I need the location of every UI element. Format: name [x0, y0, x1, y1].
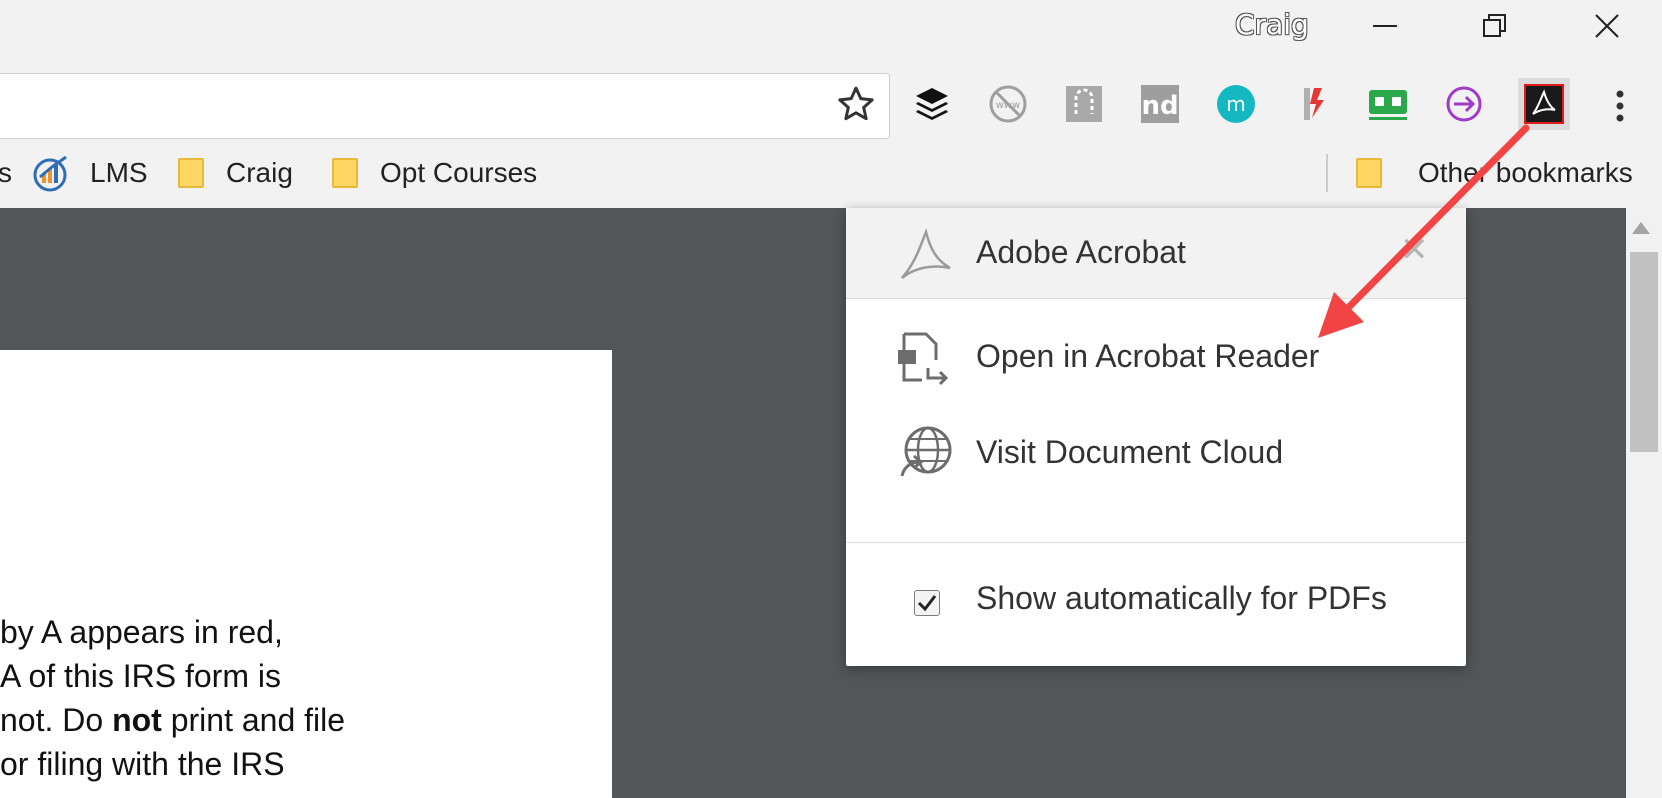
address-bar[interactable] — [0, 73, 890, 139]
other-bookmarks-folder[interactable]: Other bookmarks — [1356, 150, 1633, 196]
restore-icon — [1483, 14, 1506, 37]
folder-icon — [178, 158, 204, 188]
pdf-text-line: by A appears in red, — [0, 614, 283, 650]
scrollbar-thumb[interactable] — [1630, 252, 1658, 452]
pdf-text-line: A of this IRS form is — [0, 658, 281, 694]
bookmark-label: s — [0, 157, 12, 188]
bookmark-lms[interactable]: LMS — [32, 150, 148, 196]
open-in-acrobat-reader-label: Open in Acrobat Reader — [976, 338, 1320, 374]
close-icon — [1595, 14, 1619, 38]
open-document-icon — [898, 332, 949, 386]
lightning-extension-icon — [1304, 88, 1324, 120]
bookmark-label: Opt Courses — [380, 157, 538, 188]
bookmark-star-button[interactable] — [836, 84, 876, 124]
profile-name[interactable]: Craig — [1235, 8, 1309, 41]
pdf-text-segment: print and file — [161, 702, 346, 738]
adobe-acrobat-extension-icon — [1524, 84, 1564, 124]
folder-icon — [332, 158, 358, 188]
star-icon — [838, 86, 874, 121]
cassette-extension-icon — [1369, 90, 1407, 120]
pdf-text-line: not. Do not print and file — [0, 702, 345, 739]
buffer-icon — [916, 88, 948, 120]
bookmark-folder-opt-courses[interactable]: Opt Courses — [332, 150, 537, 196]
pdf-text-line: or filing with the IRS — [0, 746, 285, 782]
pdf-bold-text: not — [112, 702, 162, 738]
minimize-icon — [1373, 25, 1397, 27]
nd-icon: nd — [1141, 85, 1179, 123]
open-in-acrobat-reader-item[interactable]: Open in Acrobat Reader — [846, 318, 1466, 398]
bookmark-label: LMS — [90, 157, 148, 188]
svg-text:nd: nd — [1141, 91, 1178, 121]
vertical-tabs-extension-button[interactable] — [1062, 82, 1106, 126]
pdf-text-segment: not. Do — [0, 702, 113, 738]
svg-text:www: www — [996, 100, 1021, 111]
close-window-button[interactable] — [1572, 0, 1642, 52]
folder-icon — [1356, 158, 1382, 188]
show-automatically-checkbox[interactable] — [914, 590, 940, 616]
minimize-button[interactable] — [1350, 0, 1420, 52]
visit-document-cloud-item[interactable]: Visit Document Cloud — [846, 414, 1466, 494]
popup-title: Adobe Acrobat — [976, 234, 1186, 270]
show-automatically-label[interactable]: Show automatically for PDFs — [976, 580, 1387, 617]
svg-text:m: m — [1226, 92, 1245, 116]
no-www-icon: www — [989, 85, 1027, 123]
buffer-extension-button[interactable] — [910, 82, 954, 126]
more-vertical-icon — [1616, 90, 1624, 122]
lms-icon — [33, 155, 67, 192]
adobe-acrobat-extension-button[interactable] — [1518, 78, 1570, 130]
m-extension-icon: m — [1217, 85, 1255, 123]
vertical-tabs-icon — [1066, 86, 1102, 122]
scroll-up-arrow-icon[interactable] — [1632, 222, 1650, 234]
cassette-extension-button[interactable] — [1366, 82, 1410, 126]
visit-document-cloud-label: Visit Document Cloud — [976, 434, 1284, 470]
pdf-arrow-extension-icon — [1446, 86, 1482, 122]
bookmarks-divider — [1326, 154, 1328, 192]
acrobat-logo-icon — [901, 228, 951, 279]
popup-divider — [846, 542, 1466, 543]
bookmark-item[interactable]: s — [0, 150, 12, 196]
no-www-extension-button[interactable]: www — [986, 82, 1030, 126]
browser-menu-button[interactable] — [1605, 84, 1635, 128]
popup-close-button[interactable]: ✕ — [1400, 230, 1429, 270]
pdf-arrow-extension-button[interactable] — [1442, 82, 1486, 126]
bookmark-label: Craig — [226, 157, 293, 188]
lightning-extension-button[interactable] — [1290, 82, 1334, 126]
bookmark-folder-craig[interactable]: Craig — [178, 150, 293, 196]
acrobat-extension-popup: Adobe Acrobat ✕ Open in Acrobat Reader V… — [846, 208, 1466, 666]
other-bookmarks-label: Other bookmarks — [1418, 157, 1633, 188]
m-extension-button[interactable]: m — [1214, 82, 1258, 126]
globe-arrow-icon — [900, 426, 952, 477]
checkmark-icon — [917, 595, 937, 612]
restore-button[interactable] — [1460, 0, 1530, 52]
nd-extension-button[interactable]: nd — [1138, 82, 1182, 126]
